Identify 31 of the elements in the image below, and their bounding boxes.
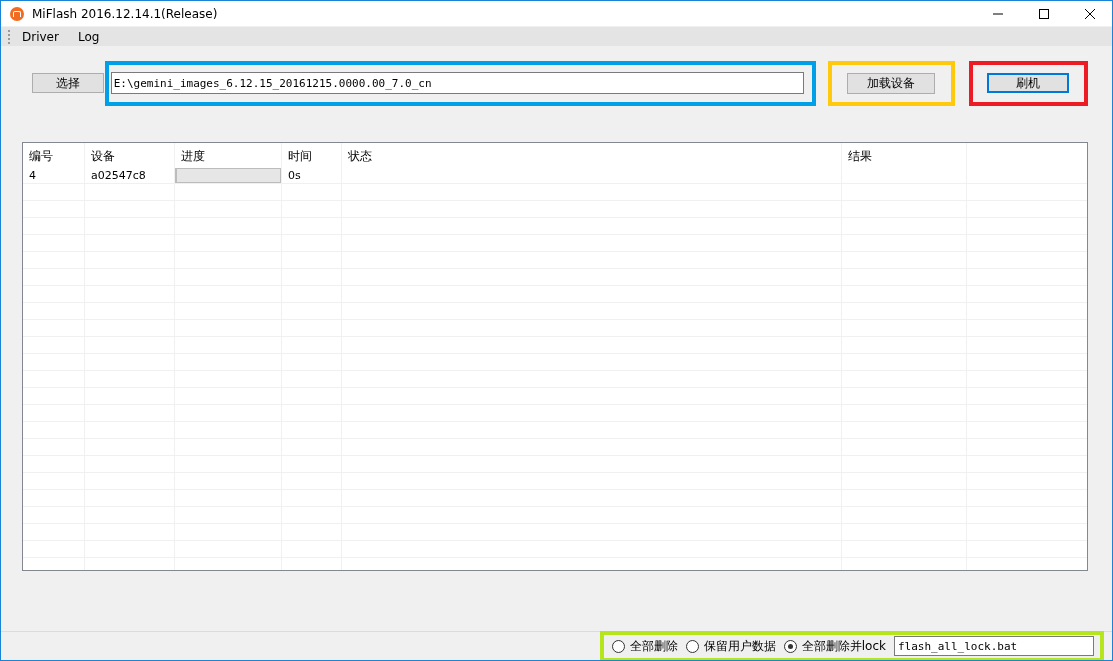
close-icon[interactable] xyxy=(1084,7,1096,20)
flash-button[interactable]: 刷机 xyxy=(987,73,1070,93)
radio-option[interactable]: 全部删除并lock xyxy=(783,637,886,655)
load-devices-button[interactable]: 加载设备 xyxy=(847,72,936,94)
app-logo-icon xyxy=(10,6,24,21)
radio-option[interactable]: 全部删除 xyxy=(611,637,678,655)
radio-label: 保留用户数据 xyxy=(703,637,776,655)
menu-item[interactable]: Driver xyxy=(20,29,68,44)
table-cell: a02547c8 xyxy=(91,168,146,182)
radio-icon[interactable] xyxy=(685,639,699,653)
window-title: MiFlash 2016.12.14.1(Release) xyxy=(32,6,218,21)
radio-label: 全部删除 xyxy=(629,637,678,655)
radio-icon[interactable] xyxy=(611,639,625,653)
menu-item[interactable]: Log xyxy=(75,29,109,44)
column-header[interactable]: 结果 xyxy=(848,148,872,165)
column-header[interactable]: 编号 xyxy=(29,148,53,165)
column-header[interactable]: 设备 xyxy=(91,148,115,165)
radio-icon[interactable] xyxy=(783,639,797,653)
column-header[interactable]: 状态 xyxy=(348,148,372,165)
path-field[interactable]: E:\gemini_images_6.12.15_20161215.0000.00_7.0_cn xyxy=(110,72,805,94)
grip-icon xyxy=(8,29,12,44)
maximize-icon[interactable] xyxy=(1038,7,1050,20)
radio-label: 全部删除并lock xyxy=(801,637,886,655)
column-header[interactable]: 时间 xyxy=(288,148,312,165)
table-cell: 4 xyxy=(29,168,36,182)
radio-option[interactable]: 保留用户数据 xyxy=(685,637,776,655)
script-field[interactable]: flash_all_lock.bat xyxy=(894,636,1094,656)
table-row[interactable]: 4 a02547c8 0s xyxy=(23,167,1087,184)
select-button[interactable]: 选择 xyxy=(32,73,104,93)
column-header[interactable]: 进度 xyxy=(181,148,205,165)
table-cell: 0s xyxy=(288,168,301,182)
